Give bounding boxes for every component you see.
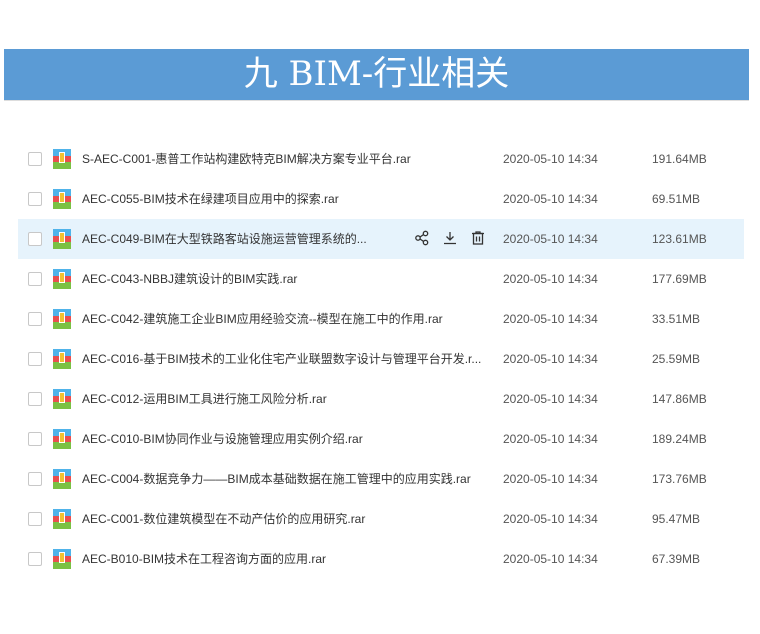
file-size: 173.76MB xyxy=(652,472,707,486)
file-date: 2020-05-10 14:34 xyxy=(503,312,598,326)
file-size: 189.24MB xyxy=(652,432,707,446)
rar-file-icon xyxy=(53,389,71,409)
file-name[interactable]: AEC-C010-BIM协同作业与设施管理应用实例介绍.rar xyxy=(82,419,363,459)
row-checkbox[interactable] xyxy=(28,512,42,526)
rar-file-icon xyxy=(53,549,71,569)
share-icon[interactable] xyxy=(414,230,430,246)
row-checkbox[interactable] xyxy=(28,192,42,206)
file-row[interactable]: AEC-C012-运用BIM工具进行施工风险分析.rar 2020-05-10 1… xyxy=(18,379,744,419)
file-name[interactable]: AEC-B010-BIM技术在工程咨询方面的应用.rar xyxy=(82,539,326,579)
file-name[interactable]: AEC-C043-NBBJ建筑设计的BIM实践.rar xyxy=(82,259,297,299)
file-size: 95.47MB xyxy=(652,512,701,526)
file-row[interactable]: S-AEC-C001-惠普工作站构建欧特克BIM解决方案专业平台.rar 2020… xyxy=(18,139,744,179)
file-size: 33.51MB xyxy=(652,312,701,326)
rar-file-icon xyxy=(53,149,71,169)
rar-file-icon xyxy=(53,509,71,529)
file-date: 2020-05-10 14:34 xyxy=(503,552,598,566)
rar-file-icon xyxy=(53,309,71,329)
file-date: 2020-05-10 14:34 xyxy=(503,472,598,486)
file-name[interactable]: AEC-C016-基于BIM技术的工业化住宅产业联盟数字设计与管理平台开发.r.… xyxy=(82,339,481,379)
file-date: 2020-05-10 14:34 xyxy=(503,432,598,446)
row-checkbox[interactable] xyxy=(28,312,42,326)
row-checkbox[interactable] xyxy=(28,432,42,446)
file-date: 2020-05-10 14:34 xyxy=(503,272,598,286)
row-checkbox[interactable] xyxy=(28,472,42,486)
file-row[interactable]: AEC-C010-BIM协同作业与设施管理应用实例介绍.rar 2020-05-1… xyxy=(18,419,744,459)
file-name[interactable]: S-AEC-C001-惠普工作站构建欧特克BIM解决方案专业平台.rar xyxy=(82,139,411,179)
rar-file-icon xyxy=(53,189,71,209)
file-size: 177.69MB xyxy=(652,272,707,286)
row-checkbox[interactable] xyxy=(28,232,42,246)
file-row[interactable]: AEC-C049-BIM在大型铁路客站设施运营管理系统的... 2020-05-1… xyxy=(18,219,744,259)
file-row[interactable]: AEC-C042-建筑施工企业BIM应用经验交流--模型在施工中的作用.rar 2… xyxy=(18,299,744,339)
file-name[interactable]: AEC-C049-BIM在大型铁路客站设施运营管理系统的... xyxy=(82,219,367,259)
file-date: 2020-05-10 14:34 xyxy=(503,232,598,246)
file-row[interactable]: AEC-C001-数位建筑模型在不动产估价的应用研究.rar 2020-05-10… xyxy=(18,499,744,539)
file-date: 2020-05-10 14:34 xyxy=(503,192,598,206)
file-size: 147.86MB xyxy=(652,392,707,406)
file-name[interactable]: AEC-C055-BIM技术在绿建项目应用中的探索.rar xyxy=(82,179,339,219)
file-name[interactable]: AEC-C012-运用BIM工具进行施工风险分析.rar xyxy=(82,379,327,419)
file-list: S-AEC-C001-惠普工作站构建欧特克BIM解决方案专业平台.rar 2020… xyxy=(18,139,744,579)
download-icon[interactable] xyxy=(442,230,458,246)
rar-file-icon xyxy=(53,229,71,249)
row-checkbox[interactable] xyxy=(28,152,42,166)
file-name[interactable]: AEC-C001-数位建筑模型在不动产估价的应用研究.rar xyxy=(82,499,365,539)
file-date: 2020-05-10 14:34 xyxy=(503,352,598,366)
file-size: 67.39MB xyxy=(652,552,701,566)
file-size: 69.51MB xyxy=(652,192,701,206)
file-row[interactable]: AEC-C055-BIM技术在绿建项目应用中的探索.rar 2020-05-10 … xyxy=(18,179,744,219)
file-name[interactable]: AEC-C004-数据竞争力——BIM成本基础数据在施工管理中的应用实践.rar xyxy=(82,459,471,499)
row-checkbox[interactable] xyxy=(28,272,42,286)
rar-file-icon xyxy=(53,269,71,289)
file-size: 25.59MB xyxy=(652,352,701,366)
file-date: 2020-05-10 14:34 xyxy=(503,152,598,166)
file-size: 191.64MB xyxy=(652,152,707,166)
file-row[interactable]: AEC-C004-数据竞争力——BIM成本基础数据在施工管理中的应用实践.rar… xyxy=(18,459,744,499)
section-banner: 九 BIM-行业相关 xyxy=(4,49,749,101)
file-row[interactable]: AEC-B010-BIM技术在工程咨询方面的应用.rar 2020-05-10 1… xyxy=(18,539,744,579)
row-checkbox[interactable] xyxy=(28,352,42,366)
trash-icon[interactable] xyxy=(470,230,486,246)
row-checkbox[interactable] xyxy=(28,392,42,406)
rar-file-icon xyxy=(53,429,71,449)
file-date: 2020-05-10 14:34 xyxy=(503,392,598,406)
rar-file-icon xyxy=(53,349,71,369)
file-size: 123.61MB xyxy=(652,232,707,246)
file-row[interactable]: AEC-C016-基于BIM技术的工业化住宅产业联盟数字设计与管理平台开发.r.… xyxy=(18,339,744,379)
rar-file-icon xyxy=(53,469,71,489)
file-date: 2020-05-10 14:34 xyxy=(503,512,598,526)
row-checkbox[interactable] xyxy=(28,552,42,566)
file-name[interactable]: AEC-C042-建筑施工企业BIM应用经验交流--模型在施工中的作用.rar xyxy=(82,299,443,339)
file-row[interactable]: AEC-C043-NBBJ建筑设计的BIM实践.rar 2020-05-10 14… xyxy=(18,259,744,299)
